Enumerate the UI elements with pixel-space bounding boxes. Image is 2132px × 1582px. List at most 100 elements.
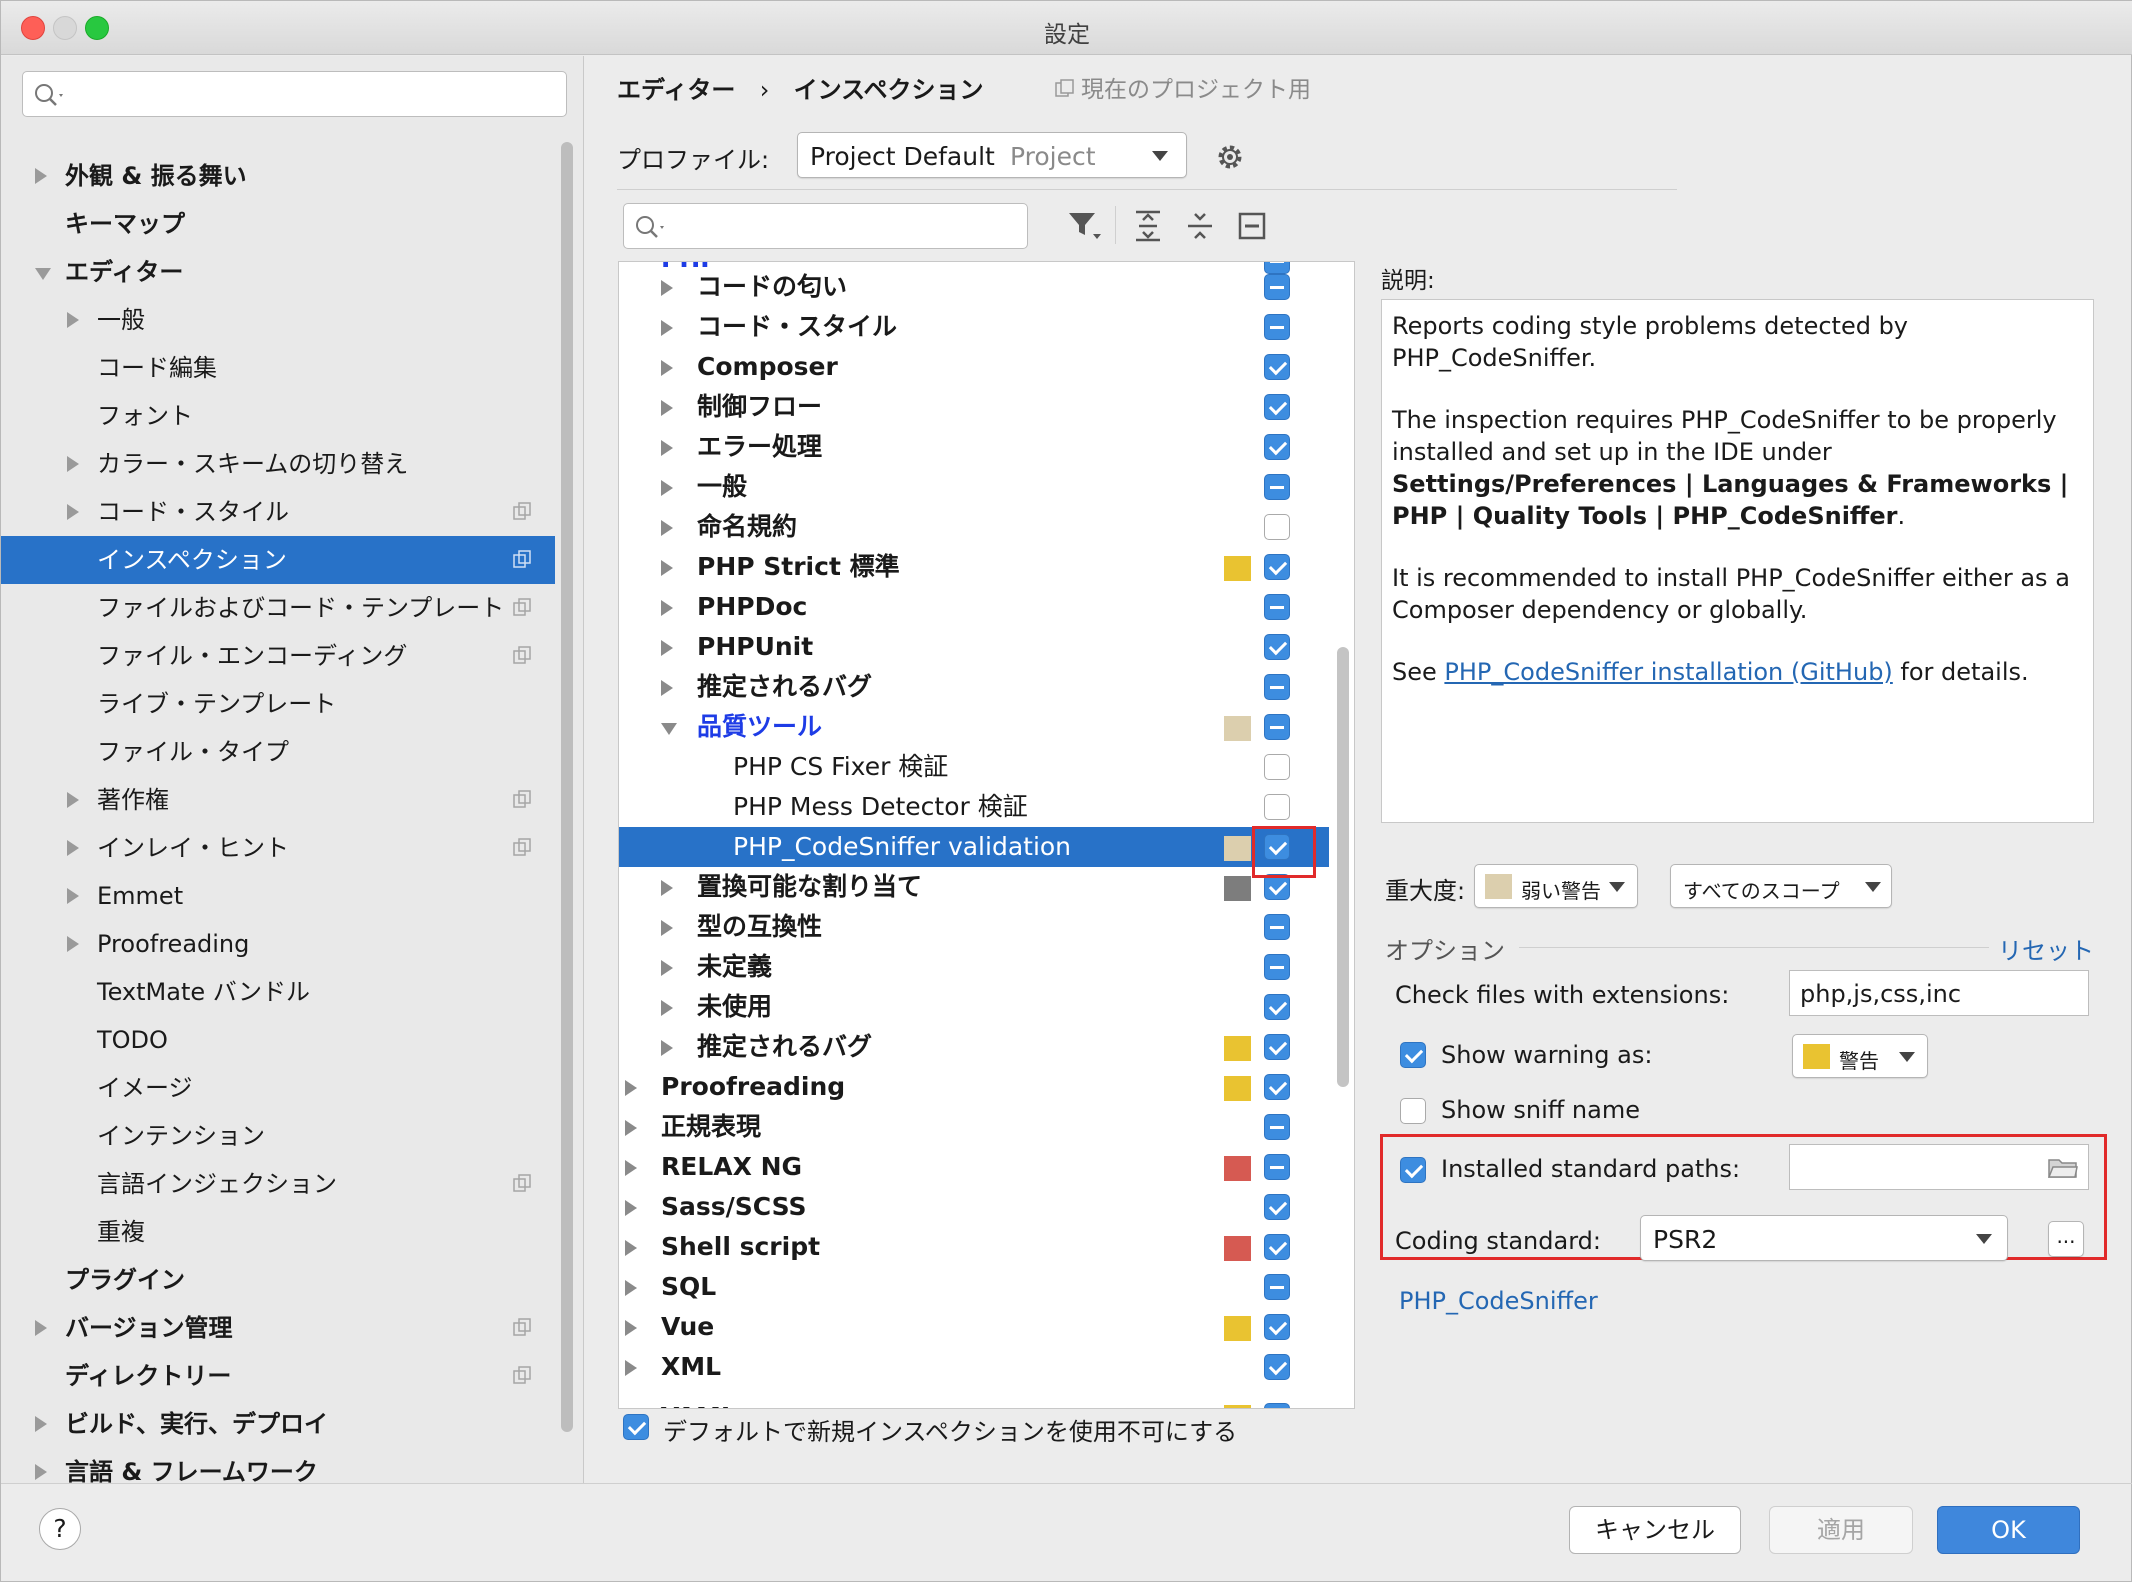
inspection-enabled-checkbox[interactable]	[1264, 714, 1290, 740]
chevron-right-icon[interactable]	[67, 936, 79, 952]
inspection-row[interactable]: Proofreading	[619, 1067, 1329, 1107]
chevron-right-icon[interactable]	[661, 640, 673, 656]
sidebar-item[interactable]: キーマップ	[1, 200, 555, 248]
inspection-row[interactable]: Sass/SCSS	[619, 1187, 1329, 1227]
show-sniff-name-checkbox[interactable]	[1400, 1098, 1426, 1124]
sidebar-item[interactable]: インスペクション	[1, 536, 555, 584]
chevron-right-icon[interactable]	[625, 1240, 637, 1256]
inspection-enabled-checkbox[interactable]	[1264, 674, 1290, 700]
inspection-row[interactable]: 制御フロー	[619, 387, 1329, 427]
inspection-enabled-checkbox[interactable]	[1264, 514, 1290, 540]
chevron-right-icon[interactable]	[661, 1040, 673, 1056]
collapse-all-icon[interactable]	[1185, 210, 1215, 242]
chevron-right-icon[interactable]	[625, 1160, 637, 1176]
inspection-row[interactable]: 品質ツール	[619, 707, 1329, 747]
sidebar-item[interactable]: ビルド、実行、デプロイ	[1, 1400, 555, 1448]
folder-icon[interactable]	[2048, 1157, 2078, 1179]
chevron-right-icon[interactable]	[661, 880, 673, 896]
scope-dropdown[interactable]: すべてのスコープ	[1670, 864, 1892, 908]
expand-all-icon[interactable]	[1133, 210, 1163, 242]
inspection-row[interactable]: Shell script	[619, 1227, 1329, 1267]
sidebar-item[interactable]: フォント	[1, 392, 555, 440]
chevron-right-icon[interactable]	[625, 1200, 637, 1216]
chevron-right-icon[interactable]	[661, 960, 673, 976]
inspection-row[interactable]: 未使用	[619, 987, 1329, 1027]
inspection-row[interactable]: PHPDoc	[619, 587, 1329, 627]
inspection-row[interactable]: PHP CS Fixer 検証	[619, 747, 1329, 787]
sidebar-item[interactable]: TextMate バンドル	[1, 968, 555, 1016]
sidebar-item[interactable]: イメージ	[1, 1064, 555, 1112]
installed-paths-checkbox[interactable]	[1400, 1157, 1426, 1183]
help-button[interactable]: ?	[39, 1508, 81, 1550]
chevron-right-icon[interactable]	[67, 888, 79, 904]
sidebar-item[interactable]: インテンション	[1, 1112, 555, 1160]
sidebar-item[interactable]: ライブ・テンプレート	[1, 680, 555, 728]
chevron-right-icon[interactable]	[661, 320, 673, 336]
sidebar-item[interactable]: カラー・スキームの切り替え	[1, 440, 555, 488]
sidebar-item[interactable]: バージョン管理	[1, 1304, 555, 1352]
sidebar-item[interactable]: プラグイン	[1, 1256, 555, 1304]
sidebar-item[interactable]: Emmet	[1, 872, 555, 920]
chevron-right-icon[interactable]	[625, 1360, 637, 1376]
chevron-right-icon[interactable]	[67, 456, 79, 472]
chevron-right-icon[interactable]	[661, 520, 673, 536]
chevron-right-icon[interactable]	[661, 440, 673, 456]
inspection-search-input[interactable]	[623, 203, 1028, 249]
sidebar-item[interactable]: Proofreading	[1, 920, 555, 968]
chevron-right-icon[interactable]	[661, 400, 673, 416]
inspection-enabled-checkbox[interactable]	[1264, 1274, 1290, 1300]
inspection-row[interactable]: PHP Strict 標準	[619, 547, 1329, 587]
inspection-enabled-checkbox[interactable]	[1264, 954, 1290, 980]
sidebar-item[interactable]: インレイ・ヒント	[1, 824, 555, 872]
inspection-row[interactable]: 未定義	[619, 947, 1329, 987]
inspection-row[interactable]: PHP_CodeSniffer validation	[619, 827, 1329, 867]
inspection-enabled-checkbox[interactable]	[1264, 634, 1290, 660]
sidebar-item[interactable]: 言語インジェクション	[1, 1160, 555, 1208]
inspection-row[interactable]: 推定されるバグ	[619, 1027, 1329, 1067]
inspection-enabled-checkbox[interactable]	[1264, 754, 1290, 780]
sidebar-search-input[interactable]	[22, 71, 567, 117]
sidebar-item[interactable]: 重複	[1, 1208, 555, 1256]
sidebar-item[interactable]: ファイル・エンコーディング	[1, 632, 555, 680]
sidebar-item[interactable]: TODO	[1, 1016, 555, 1064]
chevron-right-icon[interactable]	[35, 1320, 47, 1336]
inspection-enabled-checkbox[interactable]	[1264, 794, 1290, 820]
inspection-enabled-checkbox[interactable]	[1264, 1154, 1290, 1180]
inspection-enabled-checkbox[interactable]	[1264, 1034, 1290, 1060]
chevron-right-icon[interactable]	[67, 840, 79, 856]
chevron-right-icon[interactable]	[35, 1416, 47, 1432]
inspection-row[interactable]: 正規表現	[619, 1107, 1329, 1147]
chevron-right-icon[interactable]	[625, 1320, 637, 1336]
inspection-enabled-checkbox[interactable]	[1264, 1354, 1290, 1380]
reset-link[interactable]: リセット	[1998, 931, 2094, 966]
tree-scrollbar[interactable]	[1337, 647, 1349, 1087]
chevron-right-icon[interactable]	[661, 920, 673, 936]
inspection-enabled-checkbox[interactable]	[1264, 914, 1290, 940]
inspection-row[interactable]: コード・スタイル	[619, 307, 1329, 347]
inspection-row[interactable]: 推定されるバグ	[619, 667, 1329, 707]
inspection-row[interactable]: 置換可能な割り当て	[619, 867, 1329, 907]
inspection-row[interactable]: PHPUnit	[619, 627, 1329, 667]
inspection-enabled-checkbox[interactable]	[1264, 474, 1290, 500]
sidebar-item[interactable]: 著作権	[1, 776, 555, 824]
chevron-right-icon[interactable]	[661, 280, 673, 296]
warning-level-dropdown[interactable]: 警告	[1792, 1034, 1928, 1078]
chevron-right-icon[interactable]	[661, 360, 673, 376]
chevron-right-icon[interactable]	[661, 600, 673, 616]
sidebar-item[interactable]: エディター	[1, 248, 555, 296]
chevron-right-icon[interactable]	[661, 560, 673, 576]
chevron-right-icon[interactable]	[35, 168, 47, 184]
sidebar-item[interactable]: コード編集	[1, 344, 555, 392]
profile-dropdown[interactable]: Project Default Project	[797, 132, 1187, 178]
chevron-right-icon[interactable]	[625, 1080, 637, 1096]
gear-icon[interactable]	[1213, 140, 1247, 174]
filter-icon[interactable]	[1067, 210, 1103, 242]
inspection-enabled-checkbox[interactable]	[1264, 314, 1290, 340]
inspection-row[interactable]: コードの匂い	[619, 267, 1329, 307]
inspection-row[interactable]: Composer	[619, 347, 1329, 387]
sidebar-item[interactable]: 言語 & フレームワーク	[1, 1448, 555, 1496]
inspection-enabled-checkbox[interactable]	[1264, 1114, 1290, 1140]
sidebar-item[interactable]: ファイル・タイプ	[1, 728, 555, 776]
sidebar-item[interactable]: 外観 & 振る舞い	[1, 152, 555, 200]
inspection-enabled-checkbox[interactable]	[1264, 554, 1290, 580]
